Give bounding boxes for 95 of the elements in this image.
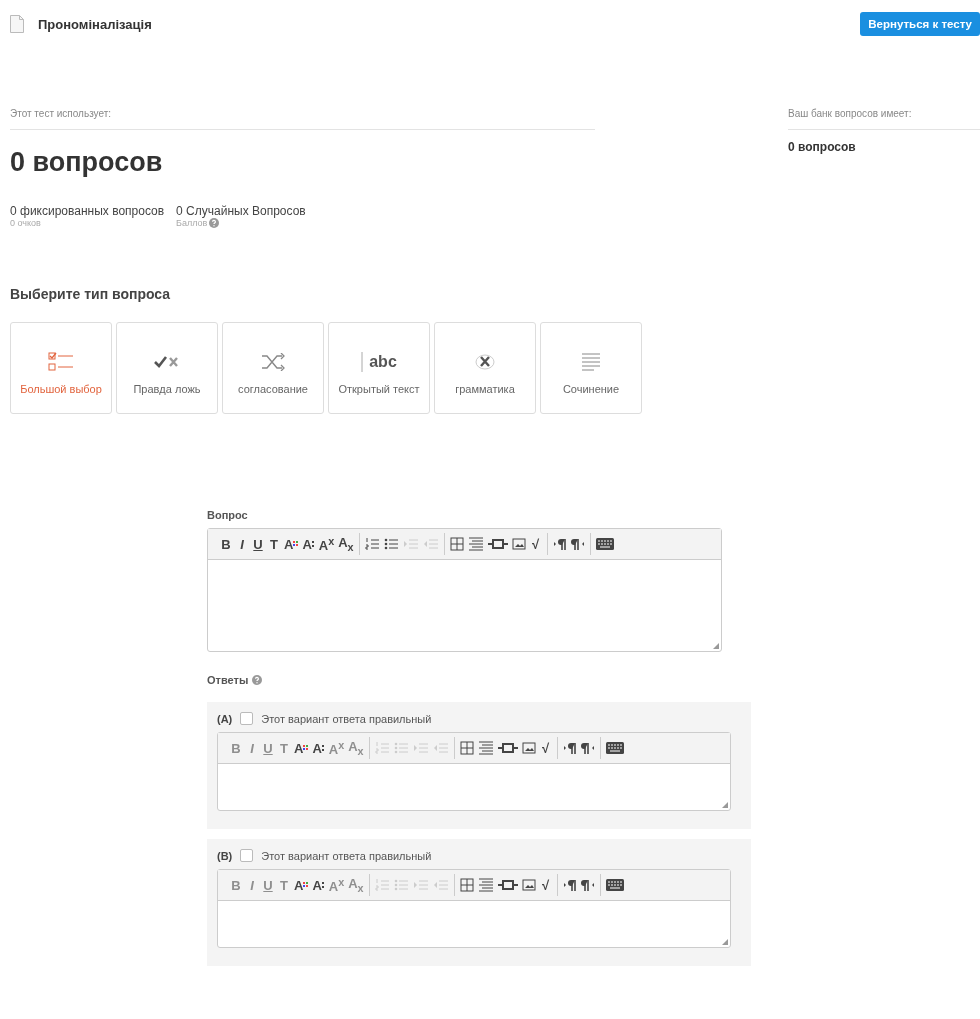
paragraph-rtl-icon bbox=[570, 537, 585, 551]
input-icon bbox=[497, 879, 518, 891]
checklist-icon bbox=[48, 351, 74, 373]
sqrt-button[interactable]: √ bbox=[528, 534, 543, 554]
checkbox-label: Этот вариант ответа правильный bbox=[261, 712, 432, 725]
keyboard-icon bbox=[605, 879, 624, 891]
align-icon bbox=[477, 878, 494, 892]
table-button[interactable] bbox=[458, 738, 475, 758]
align-icon bbox=[477, 741, 494, 755]
color-button[interactable]: A bbox=[283, 534, 300, 554]
keyboard-icon bbox=[605, 742, 624, 754]
document-icon bbox=[10, 15, 24, 33]
color-dots-icon bbox=[303, 744, 309, 752]
color-button[interactable]: A bbox=[293, 738, 310, 758]
outdent-icon bbox=[422, 537, 439, 551]
underline-button[interactable]: U bbox=[251, 534, 265, 554]
points-label: Баллов bbox=[176, 218, 208, 228]
indent-icon bbox=[412, 741, 429, 755]
bullet-list-icon bbox=[393, 741, 409, 755]
field-label: Вопрос bbox=[207, 509, 248, 521]
field-label: Ответы bbox=[207, 674, 249, 686]
question-type-tile[interactable]: Сочинение bbox=[540, 322, 642, 414]
points-label: 0 очков bbox=[10, 218, 41, 228]
answer-letter: (A) bbox=[217, 712, 233, 725]
paragraph-ltr-icon bbox=[562, 741, 577, 755]
sqrt-button[interactable]: √ bbox=[538, 875, 553, 895]
fixed-questions-count: 0 фиксированных вопросов bbox=[10, 204, 165, 218]
indent-icon bbox=[412, 878, 429, 892]
text-cursor-icon bbox=[361, 352, 365, 372]
bank-total: 0 вопросов bbox=[788, 140, 857, 154]
section-label: Ваш банк вопросов имеет: bbox=[788, 108, 980, 130]
indent-icon bbox=[402, 537, 419, 551]
question-type-tile[interactable]: Правда ложь bbox=[116, 322, 218, 414]
section-title: Выберите тип вопроса bbox=[10, 286, 172, 302]
size-button[interactable]: A bbox=[311, 738, 326, 758]
checkbox-label: Этот вариант ответа правильный bbox=[261, 849, 432, 862]
color-dots-icon bbox=[303, 881, 309, 889]
color-button[interactable]: A bbox=[293, 875, 310, 895]
sqrt-button[interactable]: √ bbox=[538, 738, 553, 758]
paragraph-rtl-icon bbox=[580, 741, 595, 755]
italic-button[interactable]: I bbox=[235, 534, 249, 554]
table-button[interactable] bbox=[448, 534, 465, 554]
abc-icon: abc bbox=[369, 353, 397, 371]
color-dots-icon bbox=[293, 540, 299, 548]
question-type-tile[interactable]: Большой выбор bbox=[10, 322, 112, 414]
strike-button[interactable]: T bbox=[267, 534, 281, 554]
image-icon bbox=[521, 879, 536, 891]
table-icon bbox=[459, 741, 474, 755]
question-type-tile[interactable]: abc Открытый текст bbox=[328, 322, 430, 414]
sup-button[interactable]: A$^{x}$ bbox=[317, 534, 336, 554]
bullet-list-icon bbox=[383, 537, 399, 551]
size-dots-icon bbox=[311, 540, 315, 548]
align-icon bbox=[467, 537, 484, 551]
numbered-list-icon bbox=[374, 878, 390, 892]
question-type-tile[interactable]: согласование bbox=[222, 322, 324, 414]
help-icon bbox=[209, 218, 220, 228]
paragraph-rtl-icon bbox=[580, 878, 595, 892]
answer-letter: (B) bbox=[217, 849, 233, 862]
image-icon bbox=[511, 538, 526, 550]
input-icon bbox=[487, 538, 508, 550]
sub-button[interactable]: A$_{x}$ bbox=[337, 534, 355, 554]
size-dots-icon bbox=[321, 881, 325, 889]
outdent-icon bbox=[432, 741, 449, 755]
image-icon bbox=[521, 742, 536, 754]
numbered-list-icon bbox=[374, 741, 390, 755]
size-button[interactable]: A bbox=[301, 534, 316, 554]
input-icon bbox=[497, 742, 518, 754]
size-dots-icon bbox=[321, 744, 325, 752]
table-icon bbox=[449, 537, 464, 551]
random-questions-count: 0 Случайных Вопросов bbox=[176, 204, 306, 218]
help-icon bbox=[252, 675, 263, 685]
checkbox[interactable] bbox=[240, 712, 254, 725]
numbered-list-icon bbox=[364, 537, 380, 551]
question-total: 0 вопросов bbox=[10, 147, 164, 178]
shuffle-icon bbox=[261, 353, 285, 371]
paragraph-ltr-icon bbox=[562, 878, 577, 892]
section-label: Этот тест использует: bbox=[10, 108, 595, 130]
cross-circle-icon bbox=[475, 353, 495, 371]
bold-button[interactable]: B bbox=[219, 534, 233, 554]
table-button[interactable] bbox=[458, 875, 475, 895]
bullet-list-icon bbox=[393, 878, 409, 892]
resize-grip-icon[interactable] bbox=[722, 802, 728, 808]
table-icon bbox=[459, 878, 474, 892]
resize-grip-icon[interactable] bbox=[713, 643, 719, 649]
rich-text-editor[interactable]: B I U T A A A$^{x}$ A$_{x}$ √ bbox=[207, 528, 722, 652]
outdent-icon bbox=[432, 878, 449, 892]
keyboard-icon bbox=[595, 538, 614, 550]
paragraph-ltr-icon bbox=[552, 537, 567, 551]
size-button[interactable]: A bbox=[311, 875, 326, 895]
question-type-tile[interactable]: грамматика bbox=[434, 322, 536, 414]
test-title: Прономіналізація bbox=[38, 16, 152, 32]
checkbox[interactable] bbox=[240, 849, 254, 862]
check-cross-icon bbox=[153, 354, 181, 370]
text-lines-icon bbox=[581, 353, 601, 371]
resize-grip-icon[interactable] bbox=[722, 939, 728, 945]
